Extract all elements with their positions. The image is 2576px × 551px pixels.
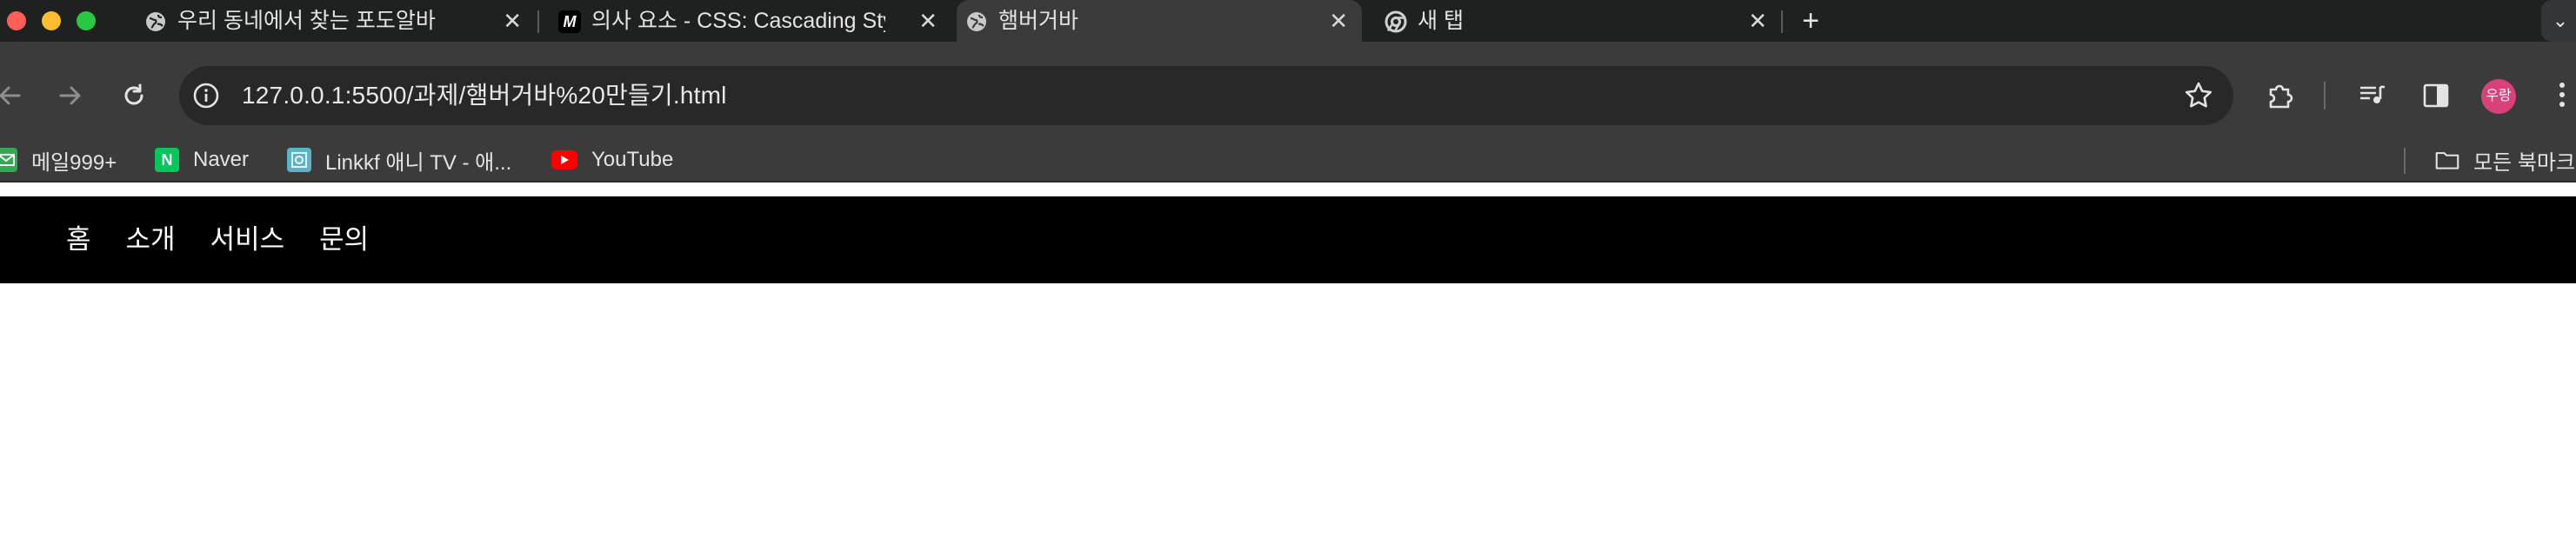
linkkf-icon <box>287 148 311 172</box>
close-tab-icon[interactable]: ✕ <box>918 9 938 33</box>
site-info-icon[interactable] <box>191 81 221 110</box>
toolbar-separator <box>2324 82 2326 110</box>
puzzle-icon <box>2269 84 2293 109</box>
folder-icon <box>2435 148 2459 172</box>
close-tab-icon[interactable]: ✕ <box>1748 9 1767 33</box>
bookmarks-bar: 메일999+ N Naver Linkkf 애니 TV - 애... YouTu… <box>0 139 2576 183</box>
bookmark-mail[interactable]: 메일999+ <box>0 146 117 175</box>
maximize-window-button[interactable] <box>77 11 96 30</box>
nav-item-about[interactable]: 소개 <box>126 222 176 257</box>
naver-icon: N <box>155 148 179 172</box>
tab-new-tab[interactable]: 새 탭 ✕ <box>1376 0 1781 42</box>
bookmark-linkkf[interactable]: Linkkf 애니 TV - 애... <box>287 146 512 175</box>
bookmark-naver[interactable]: N Naver <box>155 146 249 174</box>
globe-icon <box>144 10 167 33</box>
bookmark-label: Naver <box>193 148 250 171</box>
extensions-button[interactable] <box>2263 78 2298 113</box>
tab-hamburger-active[interactable]: 햄버거바 ✕ <box>957 0 1362 42</box>
tab-title: 우리 동네에서 찾는 포도알바 <box>177 9 436 33</box>
url-text[interactable]: 127.0.0.1:5500/과제/햄버거바%20만들기.html <box>242 80 727 111</box>
tab-title: 의사 요소 - CSS: Cascading Style Sheets | MD… <box>591 9 885 33</box>
page-body <box>0 283 2576 551</box>
address-bar[interactable]: 127.0.0.1:5500/과제/햄버거바%20만들기.html <box>179 66 2233 125</box>
new-tab-button[interactable]: + <box>1795 3 1826 38</box>
tab-podo-alba[interactable]: 우리 동네에서 찾는 포도알바 ✕ <box>136 0 536 42</box>
back-button[interactable] <box>0 78 28 113</box>
globe-icon <box>965 10 988 33</box>
media-controls-button[interactable] <box>2355 78 2390 113</box>
bookmark-label: YouTube <box>591 148 674 171</box>
close-tab-icon[interactable]: ✕ <box>1329 9 1348 33</box>
bookmarks-separator <box>2404 148 2406 174</box>
minimize-window-button[interactable] <box>42 11 61 30</box>
tab-separator <box>1781 10 1783 33</box>
tab-search-button[interactable]: ⌄ <box>2541 0 2576 42</box>
nav-menu: 홈 소개 서비스 문의 <box>66 196 404 283</box>
nav-item-contact[interactable]: 문의 <box>319 222 369 257</box>
bookmark-label: 메일999+ <box>31 150 117 175</box>
all-bookmarks-button[interactable]: 모든 북마크 <box>2435 146 2576 175</box>
reload-icon <box>124 83 143 105</box>
nav-item-home[interactable]: 홈 <box>66 222 91 257</box>
site-nav-bar: 홈 소개 서비스 문의 <box>0 196 2576 283</box>
tab-strip: 우리 동네에서 찾는 포도알바 ✕ M 의사 요소 - CSS: Cascadi… <box>0 0 2576 42</box>
close-tab-icon[interactable]: ✕ <box>503 9 522 33</box>
tab-title: 햄버거바 <box>998 9 1079 33</box>
arrow-right-icon <box>59 86 81 105</box>
bookmark-star-icon[interactable] <box>2181 78 2216 113</box>
more-menu-icon[interactable] <box>2553 80 2571 115</box>
side-panel-button[interactable] <box>2419 78 2453 113</box>
queue-music-icon <box>2360 85 2385 103</box>
mdn-logo-text: M <box>563 12 577 30</box>
tab-separator <box>537 10 539 33</box>
chrome-icon <box>1385 10 1407 33</box>
nav-item-services[interactable]: 서비스 <box>210 222 285 257</box>
tab-title: 새 탭 <box>1418 9 1464 33</box>
profile-avatar[interactable]: 우랑 <box>2481 79 2516 114</box>
bookmark-youtube[interactable]: YouTube <box>551 146 673 174</box>
tab-mdn[interactable]: M 의사 요소 - CSS: Cascading Style Sheets | … <box>550 0 951 42</box>
youtube-icon <box>551 150 577 169</box>
mail-icon <box>0 148 17 172</box>
all-bookmarks-label: 모든 북마크 <box>2473 150 2576 175</box>
browser-toolbar: 127.0.0.1:5500/과제/햄버거바%20만들기.html 우랑 <box>0 42 2576 149</box>
bookmark-label: Linkkf 애니 TV - 애... <box>325 150 512 175</box>
forward-button[interactable] <box>52 78 87 113</box>
arrow-left-icon <box>0 86 21 105</box>
mdn-icon: M <box>558 10 581 33</box>
close-window-button[interactable] <box>7 11 26 30</box>
reload-button[interactable] <box>117 78 151 113</box>
side-panel-icon <box>2423 83 2449 108</box>
